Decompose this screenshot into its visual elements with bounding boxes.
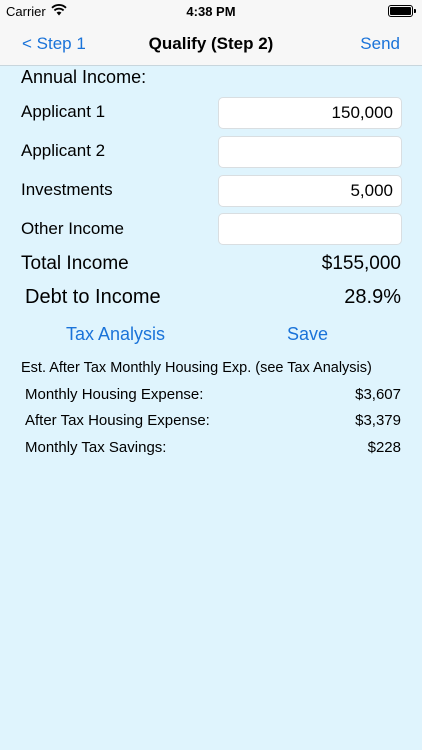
send-button[interactable]: Send bbox=[360, 34, 400, 54]
after-tax-housing-expense-label: After Tax Housing Expense: bbox=[25, 412, 210, 429]
housing-expense-heading: Est. After Tax Monthly Housing Exp. (see… bbox=[21, 360, 372, 376]
total-income-label: Total Income bbox=[21, 253, 129, 274]
monthly-housing-expense-value: $3,607 bbox=[355, 386, 401, 403]
applicant-2-input[interactable] bbox=[218, 136, 402, 168]
debt-to-income-value: 28.9% bbox=[344, 286, 401, 308]
tax-analysis-button[interactable]: Tax Analysis bbox=[66, 324, 165, 345]
investments-input[interactable] bbox=[218, 175, 402, 207]
other-income-label: Other Income bbox=[21, 219, 124, 238]
after-tax-housing-expense-value: $3,379 bbox=[355, 412, 401, 429]
clock: 4:38 PM bbox=[186, 4, 236, 19]
navigation-bar: < Step 1 Qualify (Step 2) Send bbox=[0, 22, 422, 66]
debt-to-income-label: Debt to Income bbox=[25, 286, 161, 308]
other-income-input[interactable] bbox=[218, 213, 402, 245]
battery-icon bbox=[388, 5, 416, 17]
applicant-1-input[interactable] bbox=[218, 97, 402, 129]
monthly-tax-savings-label: Monthly Tax Savings: bbox=[25, 439, 167, 456]
page-title: Qualify (Step 2) bbox=[148, 34, 274, 53]
investments-label: Investments bbox=[21, 180, 113, 199]
status-bar: Carrier 4:38 PM bbox=[0, 0, 422, 22]
monthly-housing-expense-label: Monthly Housing Expense: bbox=[25, 386, 204, 403]
save-button[interactable]: Save bbox=[287, 324, 328, 345]
total-income-value: $155,000 bbox=[321, 253, 401, 274]
monthly-tax-savings-value: $228 bbox=[367, 439, 401, 456]
applicant-2-label: Applicant 2 bbox=[21, 141, 106, 160]
applicant-1-label: Applicant 1 bbox=[21, 102, 106, 121]
annual-income-heading: Annual Income: bbox=[21, 67, 147, 87]
